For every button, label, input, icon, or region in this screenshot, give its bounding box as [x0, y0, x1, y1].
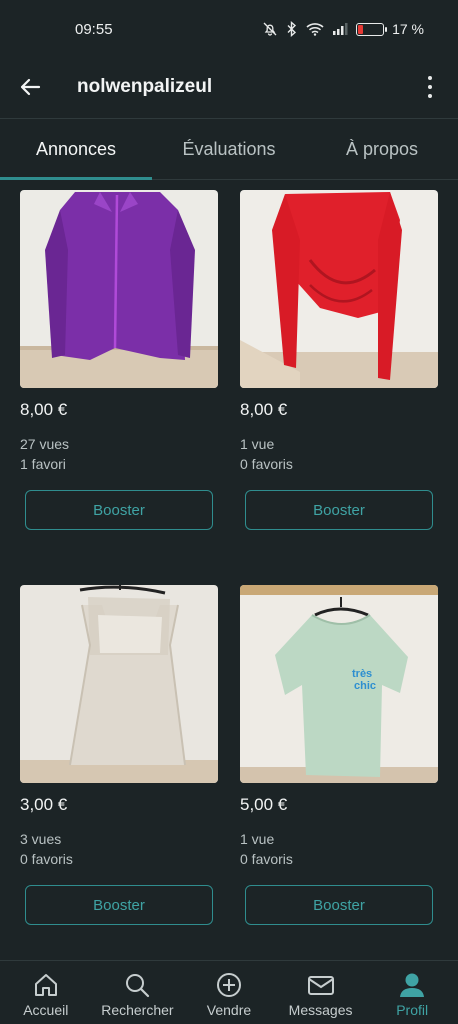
mute-icon — [263, 22, 277, 36]
booster-button[interactable]: Booster — [25, 490, 213, 530]
listing-card[interactable]: 8,00 € 1 vue 0 favoris Booster — [240, 190, 438, 565]
listing-views: 1 vue — [240, 436, 275, 452]
svg-text:très: très — [352, 668, 372, 680]
more-options-icon[interactable] — [418, 71, 442, 103]
listing-stats: 3 vues 0 favoris — [20, 829, 218, 869]
listing-views: 1 vue — [240, 831, 275, 847]
listing-stats: 27 vues 1 favori — [20, 434, 218, 474]
nav-profil[interactable]: Profil — [366, 961, 458, 1024]
listing-favorites: 0 favoris — [240, 456, 293, 472]
listing-stats: 1 vue 0 favoris — [240, 434, 438, 474]
booster-button[interactable]: Booster — [245, 490, 433, 530]
listing-favorites: 1 favori — [20, 456, 66, 472]
bottom-navigation: Accueil Rechercher Vendre Messages Profi… — [0, 960, 458, 1024]
signal-icon — [333, 23, 348, 35]
nav-label: Vendre — [206, 1002, 252, 1018]
listing-price: 8,00 € — [240, 400, 288, 419]
svg-text:chic: chic — [354, 680, 376, 692]
nav-rechercher[interactable]: Rechercher — [92, 961, 184, 1024]
nav-label: Messages — [288, 1002, 353, 1018]
status-icons: 17 % — [262, 21, 424, 37]
listing-card[interactable]: 3,00 € 3 vues 0 favoris Booster — [20, 585, 218, 960]
nav-label: Profil — [396, 1002, 429, 1018]
tab-a-propos[interactable]: À propos — [306, 119, 458, 179]
nav-label: Accueil — [23, 1002, 69, 1018]
listing-card[interactable]: 8,00 € 27 vues 1 favori Booster — [20, 190, 218, 565]
listing-card[interactable]: très chic 5,00 € 1 vue 0 favoris Booster — [240, 585, 438, 960]
wifi-icon — [306, 23, 324, 36]
status-bar: 09:55 17 % — [0, 0, 458, 58]
nav-accueil[interactable]: Accueil — [0, 961, 92, 1024]
listing-photo-red-top[interactable] — [240, 190, 438, 388]
listing-favorites: 0 favoris — [240, 851, 293, 867]
tab-evaluations[interactable]: Évaluations — [152, 119, 306, 179]
listing-price: 5,00 € — [240, 795, 288, 814]
search-icon — [122, 970, 152, 1000]
clock: 09:55 — [75, 20, 113, 38]
page-title: nolwenpalizeul — [77, 76, 213, 97]
bluetooth-icon — [287, 21, 297, 37]
profile-icon — [397, 970, 427, 1000]
booster-button[interactable]: Booster — [25, 885, 213, 925]
app-bar: nolwenpalizeul — [0, 58, 458, 116]
home-icon — [31, 970, 61, 1000]
booster-button[interactable]: Booster — [245, 885, 433, 925]
listing-photo-green-tshirt[interactable]: très chic — [240, 585, 438, 783]
listing-views: 27 vues — [20, 436, 70, 452]
battery-level: 17 % — [392, 21, 424, 37]
listing-views: 3 vues — [20, 831, 62, 847]
back-arrow-icon[interactable] — [16, 73, 44, 101]
plus-circle-icon — [214, 970, 244, 1000]
profile-tabs: Annonces Évaluations À propos — [0, 118, 458, 180]
tab-annonces[interactable]: Annonces — [0, 119, 152, 180]
battery-icon — [356, 22, 388, 36]
nav-vendre[interactable]: Vendre — [183, 961, 275, 1024]
listing-stats: 1 vue 0 favoris — [240, 829, 438, 869]
mail-icon — [306, 970, 336, 1000]
listing-photo-beige-tank[interactable] — [20, 585, 218, 783]
listing-price: 3,00 € — [20, 795, 68, 814]
listing-price: 8,00 € — [20, 400, 68, 419]
listing-favorites: 0 favoris — [20, 851, 73, 867]
nav-messages[interactable]: Messages — [275, 961, 367, 1024]
nav-label: Rechercher — [101, 1002, 174, 1018]
listings-grid: 8,00 € 27 vues 1 favori Booster 8,00 € 1… — [20, 190, 438, 960]
listing-photo-purple-jacket[interactable] — [20, 190, 218, 388]
